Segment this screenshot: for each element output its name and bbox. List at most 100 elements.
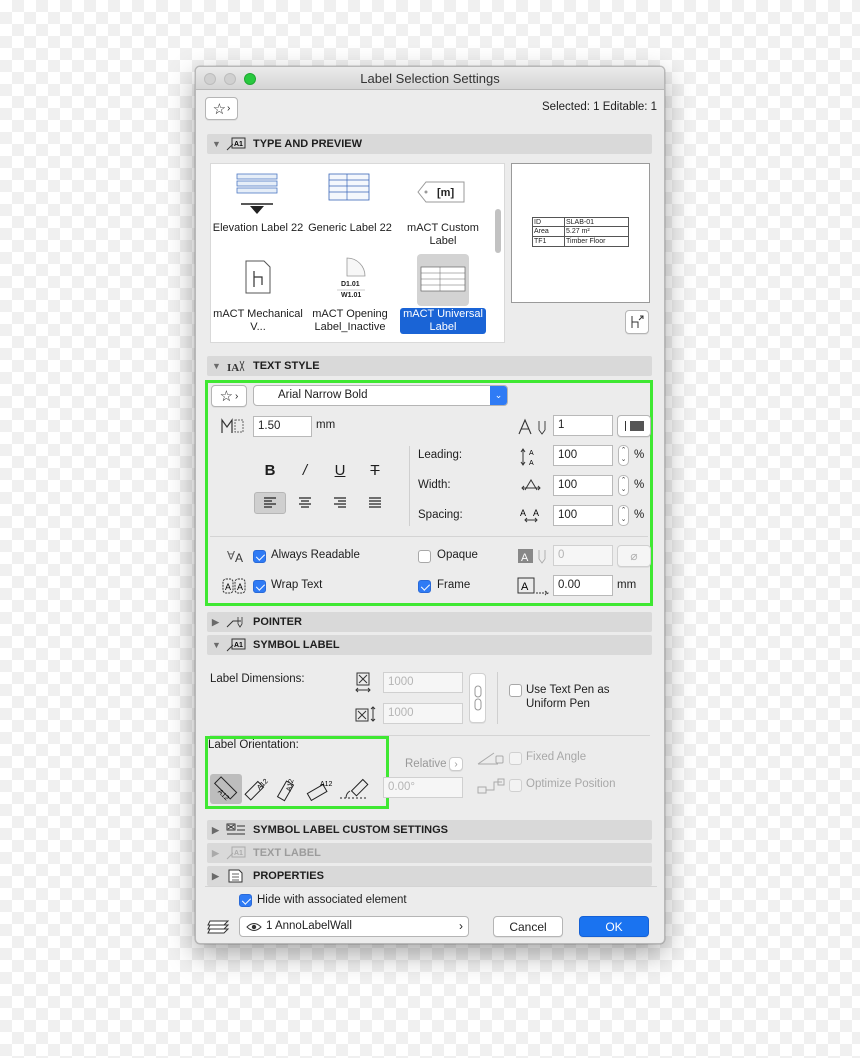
bold-glyph: B xyxy=(264,461,276,479)
zoom-window-button[interactable] xyxy=(244,73,256,85)
gallery-item-label: mACT Opening Label_Inactive xyxy=(312,308,388,333)
link-dimensions-button[interactable] xyxy=(469,673,486,723)
text-pen-input[interactable]: 1 xyxy=(553,415,613,436)
italic-button[interactable]: / xyxy=(289,459,321,481)
spacing-unit: % xyxy=(634,509,645,521)
spacing-value: 100 xyxy=(558,509,578,521)
frame-offset-input[interactable]: 0.00 xyxy=(553,575,613,596)
gallery-item-mact-mechanical[interactable]: mACT Mechanical V... xyxy=(211,254,305,344)
align-left-icon xyxy=(264,497,276,508)
width-input[interactable]: 100 xyxy=(553,475,613,496)
svg-text:A: A xyxy=(237,582,243,592)
wrap-text-checkbox[interactable] xyxy=(253,580,266,593)
orientation-option-1[interactable]: A12 xyxy=(210,774,242,804)
angle-value: 0.00° xyxy=(388,781,415,793)
orientation-text: A12 xyxy=(216,788,230,802)
section-text-style[interactable]: ▼ IA TEXT STYLE xyxy=(207,356,652,376)
favorites-button[interactable]: ☆ › xyxy=(205,97,238,120)
section-properties[interactable]: ▶ PROPERTIES xyxy=(207,866,652,886)
opaque-pen-input[interactable]: 0 xyxy=(553,545,613,566)
align-center-button[interactable] xyxy=(289,492,321,514)
svg-text:A1: A1 xyxy=(234,850,243,857)
align-justify-icon xyxy=(369,497,381,508)
section-text-label[interactable]: ▶ A1 TEXT LABEL xyxy=(207,843,652,863)
gallery-item-mact-universal-label[interactable]: mACT Universal Label xyxy=(396,254,490,344)
gallery-scrollbar[interactable] xyxy=(495,209,501,253)
label-height-input[interactable]: 1000 xyxy=(383,703,463,724)
section-type-and-preview[interactable]: ▼ A1 TYPE AND PREVIEW xyxy=(207,134,652,154)
text-size-input[interactable]: 1.50 xyxy=(253,416,312,437)
width-icon xyxy=(521,479,541,491)
uniform-pen-checkbox[interactable] xyxy=(509,684,522,697)
selection-info: Selected: 1 Editable: 1 xyxy=(542,101,658,113)
cancel-button[interactable]: Cancel xyxy=(493,916,563,937)
strikethrough-button[interactable]: T xyxy=(359,459,391,481)
disclosure-closed-icon: ▶ xyxy=(212,617,219,627)
preview-row: ID SLAB-01 xyxy=(532,217,629,227)
gallery-item-mact-custom-label[interactable]: [m] mACT Custom Label xyxy=(396,164,490,254)
width-stepper[interactable]: ⌃ ⌄ xyxy=(618,475,629,496)
svg-text:A: A xyxy=(520,508,526,518)
orientation-option-2[interactable]: A12 xyxy=(243,774,275,804)
tag-label-icon: [m] xyxy=(417,181,465,203)
relative-menu-button[interactable]: › xyxy=(449,757,463,771)
fixed-angle-checkbox[interactable] xyxy=(509,752,522,765)
gallery-item-mact-opening-label[interactable]: D1.01 W1.01 mACT Opening Label_Inactive xyxy=(303,254,397,344)
preview-mode-button[interactable] xyxy=(625,310,649,334)
chair-document-icon xyxy=(245,260,271,294)
align-right-button[interactable] xyxy=(324,492,356,514)
close-window-button[interactable] xyxy=(204,73,216,85)
gallery-item-elevation-label[interactable]: Elevation Label 22 xyxy=(211,164,305,254)
opaque-checkbox[interactable] xyxy=(418,550,431,563)
leading-input[interactable]: 100 xyxy=(553,445,613,466)
orientation-option-4[interactable]: A12 xyxy=(306,774,338,804)
align-justify-button[interactable] xyxy=(359,492,391,514)
ok-label: OK xyxy=(605,919,623,934)
svg-text:A: A xyxy=(533,508,539,518)
text-size-icon xyxy=(221,418,244,433)
frame-checkbox[interactable] xyxy=(418,580,431,593)
font-select[interactable]: Arial Narrow Bold ⌄ xyxy=(253,385,508,406)
spacing-stepper[interactable]: ⌃ ⌄ xyxy=(618,505,629,526)
relative-label: Relative xyxy=(405,758,447,770)
layers-icon xyxy=(207,920,230,934)
orientation-option-3[interactable]: A12 xyxy=(274,774,306,804)
layer-select[interactable]: 1 AnnoLabelWall › xyxy=(239,916,469,937)
svg-text:A: A xyxy=(529,450,534,457)
hide-with-element-checkbox[interactable] xyxy=(239,894,252,907)
label-height-icon xyxy=(355,706,376,722)
section-symbol-label-custom-settings[interactable]: ▶ SYMBOL LABEL CUSTOM SETTINGS xyxy=(207,820,652,840)
align-left-button[interactable] xyxy=(254,492,286,514)
bold-button[interactable]: B xyxy=(254,459,286,481)
disclosure-closed-icon: ▶ xyxy=(212,848,219,858)
section-symbol-label[interactable]: ▼ A1 SYMBOL LABEL xyxy=(207,635,652,655)
text-style-icon: IA xyxy=(227,360,245,373)
width-unit: % xyxy=(634,479,645,491)
leading-stepper[interactable]: ⌃ ⌄ xyxy=(618,445,629,466)
label-type-gallery[interactable]: Elevation Label 22 Generic Label 22 [m] … xyxy=(210,163,505,343)
opaque-pen-value: 0 xyxy=(558,549,565,561)
label-width-input[interactable]: 1000 xyxy=(383,672,463,693)
dimensions-divider xyxy=(497,672,498,724)
ok-button[interactable]: OK xyxy=(579,916,649,937)
angle-input[interactable]: 0.00° xyxy=(383,777,463,798)
orientation-option-5[interactable] xyxy=(338,774,370,804)
hide-with-element-label: Hide with associated element xyxy=(257,894,407,906)
italic-glyph: / xyxy=(302,461,308,479)
opaque-fill-button[interactable]: ⌀ xyxy=(617,545,651,567)
frame-label: Frame xyxy=(437,579,471,591)
optimize-position-checkbox[interactable] xyxy=(509,779,522,792)
svg-text:A: A xyxy=(521,552,529,564)
pen-color-button[interactable] xyxy=(617,415,651,437)
preview-row: TF1 Timber Floor xyxy=(532,237,629,247)
gallery-item-generic-label[interactable]: Generic Label 22 xyxy=(303,164,397,254)
section-pointer[interactable]: ▶ POINTER xyxy=(207,612,652,632)
underline-button[interactable]: U xyxy=(324,459,356,481)
spacing-icon: AA xyxy=(520,508,539,523)
always-readable-checkbox[interactable] xyxy=(253,550,266,563)
chevron-down-icon: ⌄ xyxy=(490,386,507,405)
spacing-input[interactable]: 100 xyxy=(553,505,613,526)
minimize-window-button[interactable] xyxy=(224,73,236,85)
disclosure-open-icon: ▼ xyxy=(212,139,221,149)
text-style-favorites-button[interactable]: ☆ › xyxy=(211,385,247,407)
